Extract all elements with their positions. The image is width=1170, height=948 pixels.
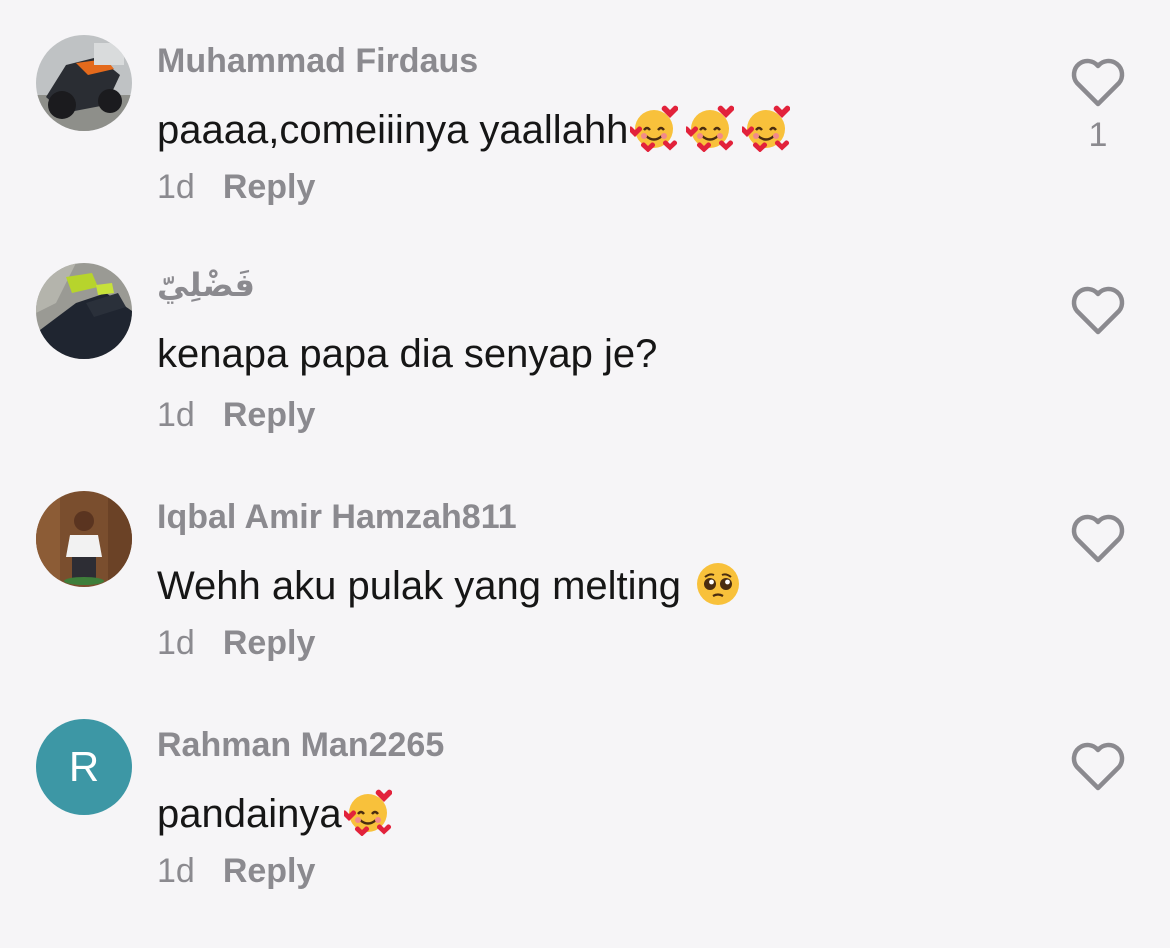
avatar-photo-motorcycle	[36, 35, 132, 131]
like-button[interactable]	[1068, 52, 1128, 112]
smiling-face-with-hearts-icon	[630, 104, 679, 152]
comment-text: Wehh aku pulak yang melting	[157, 560, 748, 609]
comment-text: paaaa,comeiiinya yaallahh	[157, 104, 796, 153]
like-button[interactable]	[1068, 736, 1128, 796]
comment-text-content: paaaa,comeiiinya yaallahh	[157, 108, 629, 152]
smiling-face-with-hearts-icon	[343, 788, 392, 836]
like-button[interactable]	[1068, 508, 1128, 568]
like-count: 1	[1088, 116, 1108, 154]
reply-button[interactable]: Reply	[223, 396, 316, 434]
comment-username[interactable]: Iqbal Amir Hamzah811	[157, 498, 517, 537]
comment-text-content: pandainya	[157, 792, 342, 836]
smiling-face-with-hearts-icon	[686, 104, 735, 152]
comment-item: Iqbal Amir Hamzah811 Wehh aku pulak yang…	[0, 456, 1170, 684]
comment-text-content: kenapa papa dia senyap je?	[157, 332, 658, 376]
heart-outline-icon	[1071, 58, 1125, 107]
avatar-photo-shoes	[36, 263, 132, 359]
avatar[interactable]	[36, 491, 132, 587]
avatar-photo-person	[36, 491, 132, 587]
pleading-face-icon	[694, 560, 742, 608]
heart-outline-icon	[1071, 742, 1125, 791]
comment-timestamp: 1d	[157, 852, 195, 890]
comment-meta: 1d Reply	[157, 624, 315, 663]
like-button[interactable]	[1068, 280, 1128, 340]
comment-meta: 1d Reply	[157, 852, 315, 891]
comment-text: pandainya	[157, 788, 398, 837]
comment-username[interactable]: Muhammad Firdaus	[157, 42, 478, 81]
avatar[interactable]: R	[36, 719, 132, 815]
smiling-face-with-hearts-icon	[742, 104, 791, 152]
comment-item: فَضْلِيّ kenapa papa dia senyap je? 1d Re…	[0, 228, 1170, 456]
comment-username[interactable]: Rahman Man2265	[157, 726, 444, 765]
comment-meta: 1d Reply	[157, 396, 315, 435]
reply-button[interactable]: Reply	[223, 624, 316, 662]
comment-timestamp: 1d	[157, 624, 195, 662]
comment-text: kenapa papa dia senyap je?	[157, 332, 657, 377]
comment-item: R Rahman Man2265 pandainya 1d Reply	[0, 684, 1170, 912]
comment-timestamp: 1d	[157, 396, 195, 434]
comment-timestamp: 1d	[157, 168, 195, 206]
comment-username[interactable]: فَضْلِيّ	[157, 266, 255, 304]
avatar[interactable]	[36, 35, 132, 131]
reply-button[interactable]: Reply	[223, 168, 316, 206]
reply-button[interactable]: Reply	[223, 852, 316, 890]
heart-outline-icon	[1071, 514, 1125, 563]
comment-meta: 1d Reply	[157, 168, 315, 207]
heart-outline-icon	[1071, 286, 1125, 335]
comment-text-content: Wehh aku pulak yang melting	[157, 564, 693, 608]
avatar[interactable]	[36, 263, 132, 359]
comment-item: Muhammad Firdaus paaaa,comeiiinya yaalla…	[0, 0, 1170, 228]
